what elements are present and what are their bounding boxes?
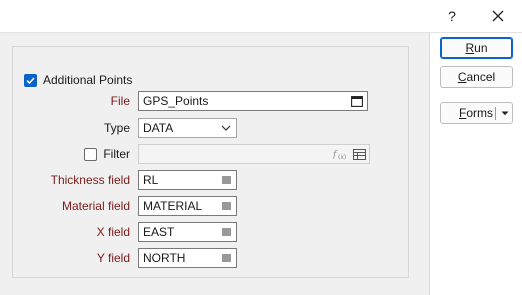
list-icon[interactable] [216, 197, 236, 215]
cancel-button[interactable]: Cancel [440, 66, 513, 88]
list-icon[interactable] [216, 249, 236, 267]
forms-button[interactable]: Forms [440, 102, 513, 124]
help-button[interactable]: ? [432, 0, 472, 32]
run-button-label: Run [465, 41, 488, 55]
chevron-down-icon [216, 119, 236, 137]
material-field-label: Material field [61, 199, 130, 213]
filter-label: Filter [103, 147, 130, 161]
y-field[interactable]: NORTH [138, 248, 237, 268]
thickness-field[interactable]: RL [138, 170, 237, 190]
checkbox-unchecked-icon[interactable] [84, 147, 98, 161]
x-field[interactable]: EAST [138, 222, 237, 242]
filter-checkbox[interactable]: Filter [84, 144, 130, 164]
close-icon [492, 10, 504, 22]
x-value: EAST [143, 225, 175, 239]
fx-icon[interactable]: f (x) [331, 145, 349, 163]
forms-button-label: Forms [459, 106, 494, 120]
thickness-field-label: Thickness field [50, 173, 130, 187]
checkbox-checked-icon[interactable] [24, 73, 37, 87]
help-icon: ? [448, 8, 456, 24]
type-label: Type [103, 121, 130, 135]
x-field-label: X field [96, 225, 130, 239]
type-select[interactable]: DATA [138, 118, 237, 138]
window-icon[interactable] [347, 92, 367, 110]
list-icon[interactable] [216, 223, 236, 241]
file-label: File [110, 94, 130, 108]
title-bar: ? [0, 0, 522, 32]
table-icon[interactable] [349, 145, 369, 163]
thickness-value: RL [143, 173, 159, 187]
group-label: Additional Points [43, 73, 133, 87]
y-value: NORTH [143, 251, 186, 265]
material-value: MATERIAL [143, 199, 203, 213]
file-field[interactable]: GPS_Points [138, 91, 368, 111]
forms-separator [495, 107, 496, 120]
svg-text:(x): (x) [338, 154, 346, 160]
chevron-down-icon[interactable] [498, 103, 512, 123]
type-value: DATA [143, 121, 174, 135]
run-button[interactable]: Run [440, 37, 513, 59]
close-button[interactable] [478, 0, 518, 32]
filter-field[interactable]: f (x) [138, 144, 370, 164]
material-field[interactable]: MATERIAL [138, 196, 237, 216]
file-value: GPS_Points [143, 94, 209, 108]
list-icon[interactable] [216, 171, 236, 189]
cancel-button-label: Cancel [457, 70, 496, 84]
additional-points-checkbox[interactable]: Additional Points [22, 72, 138, 88]
y-field-label: Y field [96, 251, 130, 265]
